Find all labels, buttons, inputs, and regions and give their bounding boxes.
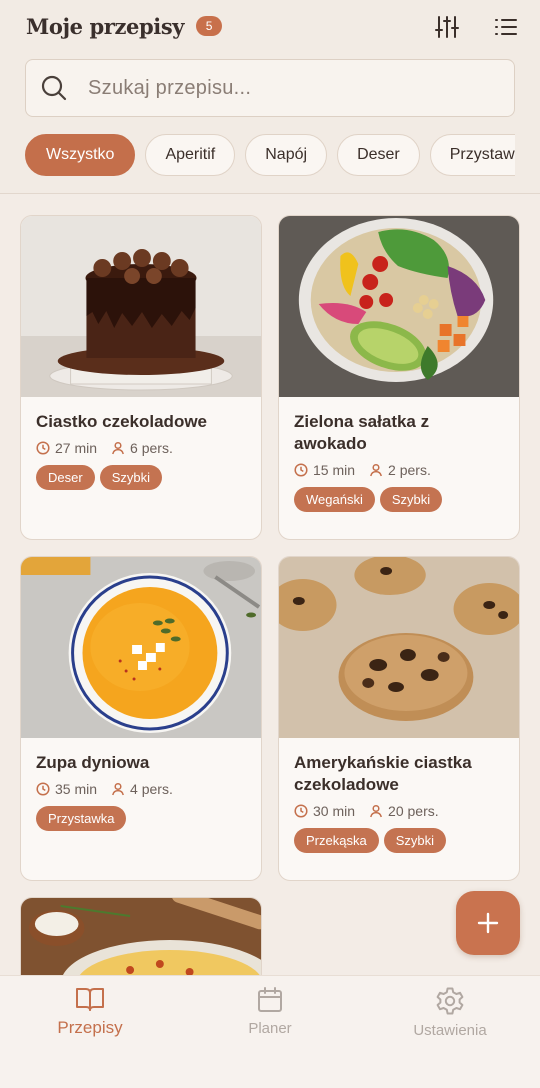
cook-time: 27 min [36,440,97,456]
card-body: Amerykańskie ciastka czekoladowe 30 min … [279,738,519,853]
clock-icon [36,441,50,455]
time-value: 15 min [313,462,356,478]
tag: Szybki [379,487,443,512]
person-icon [370,804,382,818]
filter-button[interactable] [432,12,462,42]
cook-time: 30 min [294,803,355,819]
recipe-meta: 27 min 6 pers. [36,440,246,456]
recipe-title: Zupa dyniowa [36,753,150,772]
card-body: Zupa dyniowa 35 min 4 pers. Przystawka [21,738,261,831]
pumpkin-soup-image [21,557,261,738]
servings-value: 2 pers. [388,462,431,478]
recipe-card[interactable]: Ciastko czekoladowe 27 min 6 pers. Deser… [20,215,262,540]
page-title: Moje przepisy [26,13,185,39]
calendar-icon [258,987,282,1012]
title-row: Moje przepisy 5 [26,12,223,40]
servings-value: 4 pers. [130,781,173,797]
chip-drink[interactable]: Napój [245,134,328,176]
tab-settings[interactable]: Ustawienia [360,986,540,1039]
servings: 6 pers. [111,440,173,456]
search-input[interactable] [88,76,468,100]
tab-recipes[interactable]: Przepisy [0,986,180,1038]
servings: 4 pers. [111,781,173,797]
sliders-icon [435,16,459,38]
recipe-meta: 15 min 2 pers. [294,462,504,478]
recipe-title: Zielona sałatka z awokado [294,412,430,453]
tag: Deser [36,465,95,490]
search-icon [41,75,67,101]
clock-icon [294,463,308,477]
servings-value: 6 pers. [130,440,173,456]
chip-dessert[interactable]: Deser [337,134,420,176]
app-header: Moje przepisy 5 Wszystko Aperitif Napój … [0,0,540,194]
recipe-title: Ciastko czekoladowe [36,412,208,431]
settings-gear-icon [436,987,464,1015]
chip-aperitif[interactable]: Aperitif [145,134,236,176]
tab-planner[interactable]: Planer [180,986,360,1037]
list-icon [495,19,517,35]
chocolate-chip-cookies-image [279,557,519,738]
time-value: 30 min [313,803,356,819]
recipe-meta: 30 min 20 pers. [294,803,504,819]
chip-starter[interactable]: Przystawka [429,134,515,176]
person-icon [112,441,124,455]
recipe-count-badge: 5 [196,16,223,36]
recipe-tags: Przekąska Szybki [294,828,504,853]
time-value: 27 min [55,440,98,456]
tag: Przystawka [36,806,127,831]
recipe-title: Amerykańskie ciastka czekoladowe [294,753,472,794]
add-recipe-button[interactable] [456,891,520,955]
card-body: Ciastko czekoladowe 27 min 6 pers. Deser… [21,397,261,490]
person-icon [370,463,382,477]
cook-time: 15 min [294,462,355,478]
chocolate-cake-image [21,216,261,397]
avocado-salad-image [279,216,519,397]
recipe-card[interactable]: Amerykańskie ciastka czekoladowe 30 min … [278,556,520,881]
tag: Przekąska [294,828,379,853]
clock-icon [294,804,308,818]
recipe-card[interactable] [20,897,262,975]
servings: 2 pers. [369,462,431,478]
book-icon [76,988,104,1011]
recipe-tags: Wegański Szybki [294,487,504,512]
pasta-dish-image [21,898,261,975]
recipe-card[interactable]: Zielona sałatka z awokado 15 min 2 pers.… [278,215,520,540]
tag: Szybki [383,828,446,853]
recipe-tags: Deser Szybki [36,465,246,490]
servings-value: 20 pers. [388,803,439,819]
tag: Szybki [99,465,162,490]
plus-icon [477,912,499,934]
person-icon [112,782,124,796]
recipe-grid: Ciastko czekoladowe 27 min 6 pers. Deser… [0,195,540,975]
tab-label: Ustawienia [413,1022,487,1039]
card-body: Zielona sałatka z awokado 15 min 2 pers.… [279,397,519,512]
view-toggle-button[interactable] [491,12,521,42]
category-filter-chips: Wszystko Aperitif Napój Deser Przystawka [25,134,515,178]
recipe-meta: 35 min 4 pers. [36,781,246,797]
recipe-tags: Przystawka [36,806,246,831]
servings: 20 pers. [369,803,439,819]
clock-icon [36,782,50,796]
tab-label: Przepisy [57,1018,123,1037]
tag: Wegański [294,487,375,512]
time-value: 35 min [55,781,98,797]
tab-label: Planer [248,1020,292,1037]
recipe-card[interactable]: Zupa dyniowa 35 min 4 pers. Przystawka [20,556,262,881]
bottom-navigation: Przepisy Planer Ustawienia [0,975,540,1088]
chip-all[interactable]: Wszystko [25,134,136,176]
cook-time: 35 min [36,781,97,797]
search-bar[interactable] [25,59,515,117]
